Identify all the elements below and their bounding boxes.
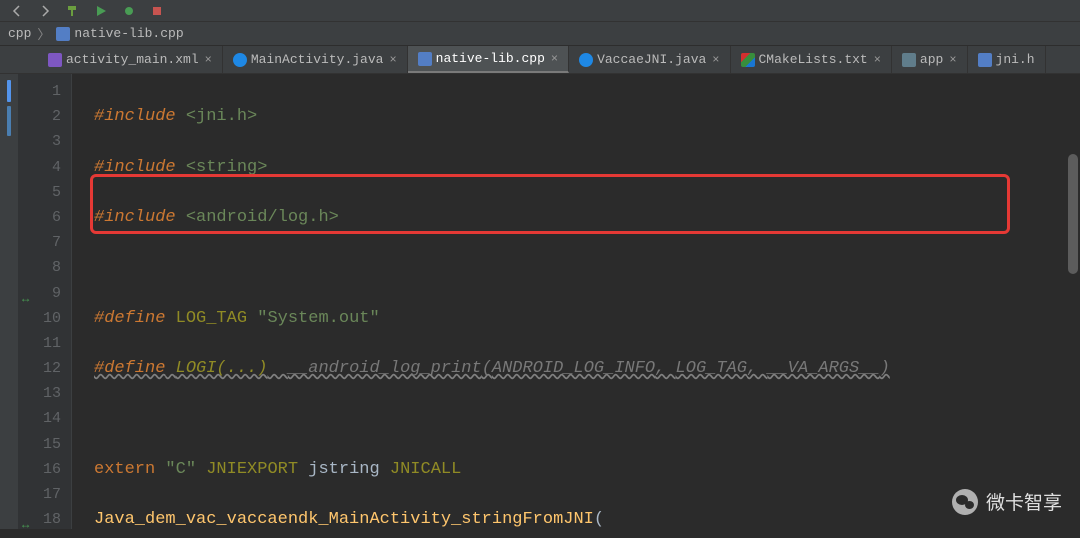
tab-label: CMakeLists.txt — [759, 52, 868, 67]
java-icon — [233, 53, 247, 67]
close-icon[interactable]: × — [874, 53, 881, 67]
chevron-right-icon: 〉 — [37, 24, 50, 43]
close-icon[interactable]: × — [389, 53, 396, 67]
line-number[interactable]: 8 — [18, 255, 71, 280]
cpp-icon — [56, 27, 70, 41]
line-number[interactable]: 3 — [18, 129, 71, 154]
scrollbar-thumb[interactable] — [1068, 154, 1078, 274]
vertical-scrollbar[interactable] — [1068, 154, 1078, 469]
tab-label: VaccaeJNI.java — [597, 52, 706, 67]
breadcrumb-file[interactable]: native-lib.cpp — [52, 26, 187, 41]
line-number[interactable]: 11 — [18, 331, 71, 356]
tabbar: activity_main.xml × MainActivity.java × … — [0, 46, 1080, 74]
gutter: 1 2 3 4 5 6 7 8 ↔9 10 11 12 13 14 15 16 … — [18, 74, 72, 529]
cmake-icon — [741, 53, 755, 67]
xml-icon — [48, 53, 62, 67]
gradle-icon — [902, 53, 916, 67]
line-number[interactable]: 2 — [18, 104, 71, 129]
breadcrumb: cpp 〉 native-lib.cpp — [0, 22, 1080, 46]
tab-vaccaejni[interactable]: VaccaeJNI.java × — [569, 46, 730, 73]
tab-label: native-lib.cpp — [436, 51, 545, 66]
side-stripe — [0, 74, 18, 529]
tab-mainactivity[interactable]: MainActivity.java × — [223, 46, 408, 73]
stop-icon[interactable] — [148, 2, 166, 20]
line-number[interactable]: 12 — [18, 356, 71, 381]
tab-cmakelists[interactable]: CMakeLists.txt × — [731, 46, 892, 73]
tab-label: app — [920, 52, 943, 67]
breadcrumb-folder[interactable]: cpp — [4, 26, 35, 41]
line-number[interactable]: 6 — [18, 205, 71, 230]
back-icon[interactable] — [8, 2, 26, 20]
java-icon — [579, 53, 593, 67]
line-number[interactable]: 17 — [18, 482, 71, 507]
line-number[interactable]: 5 — [18, 180, 71, 205]
override-icon[interactable]: ↔ — [22, 513, 29, 538]
tab-label: MainActivity.java — [251, 52, 384, 67]
line-number[interactable]: 7 — [18, 230, 71, 255]
analysis-bar — [7, 106, 11, 136]
tab-label: jni.h — [996, 52, 1035, 67]
toolbar — [0, 0, 1080, 22]
h-icon — [978, 53, 992, 67]
line-number[interactable]: 13 — [18, 381, 71, 406]
run-icon[interactable] — [92, 2, 110, 20]
debug-icon[interactable] — [120, 2, 138, 20]
line-number[interactable]: 15 — [18, 432, 71, 457]
line-number[interactable]: ↔9 — [18, 281, 71, 306]
line-number[interactable]: 16 — [18, 457, 71, 482]
tab-native-lib[interactable]: native-lib.cpp × — [408, 46, 569, 73]
tab-activity-main[interactable]: activity_main.xml × — [38, 46, 223, 73]
line-number[interactable]: 1 — [18, 79, 71, 104]
close-icon[interactable]: × — [551, 52, 558, 66]
hammer-icon[interactable] — [64, 2, 82, 20]
line-number[interactable]: 14 — [18, 406, 71, 431]
line-number[interactable]: 10 — [18, 306, 71, 331]
close-icon[interactable]: × — [712, 53, 719, 67]
line-number[interactable]: 4 — [18, 155, 71, 180]
close-icon[interactable]: × — [205, 53, 212, 67]
code-area[interactable]: #include <jni.h> #include <string> #incl… — [72, 74, 1080, 529]
analysis-bar — [7, 80, 11, 102]
cpp-icon — [418, 52, 432, 66]
editor: 1 2 3 4 5 6 7 8 ↔9 10 11 12 13 14 15 16 … — [0, 74, 1080, 529]
close-icon[interactable]: × — [949, 53, 956, 67]
tab-label: activity_main.xml — [66, 52, 199, 67]
breadcrumb-file-label: native-lib.cpp — [74, 26, 183, 41]
forward-icon[interactable] — [36, 2, 54, 20]
tab-app[interactable]: app × — [892, 46, 968, 73]
tab-jni-h[interactable]: jni.h — [968, 46, 1046, 73]
